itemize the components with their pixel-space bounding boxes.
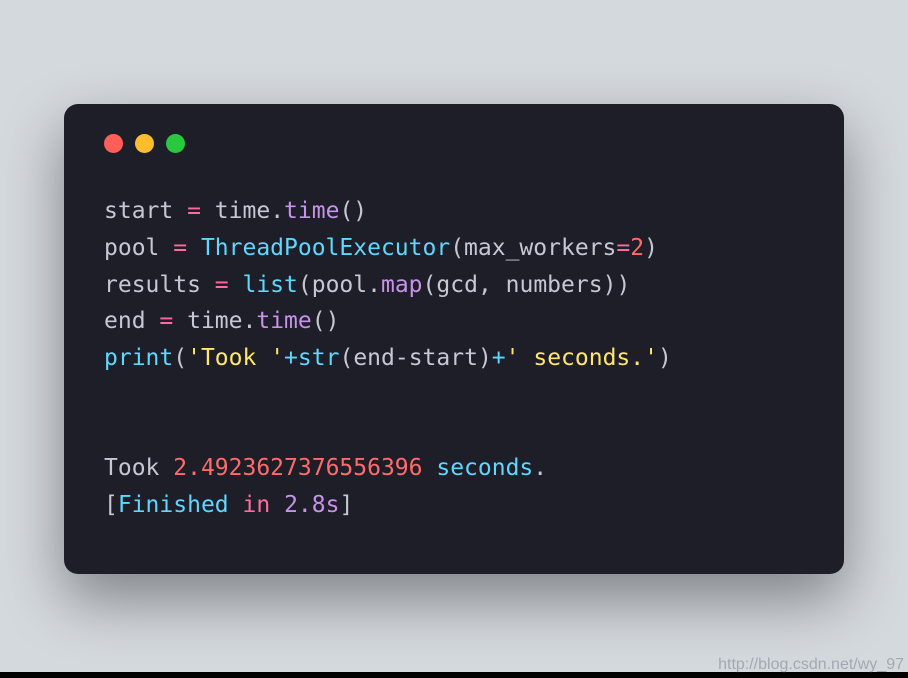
code-line-1: start = time.time() [104, 198, 367, 224]
output-line-1: Took 2.4923627376556396 seconds. [104, 455, 547, 481]
minimize-icon[interactable] [135, 134, 154, 153]
terminal-window: start = time.time() pool = ThreadPoolExe… [64, 104, 844, 574]
window-titlebar [104, 134, 804, 153]
output-line-2: [Finished in 2.8s] [104, 492, 353, 518]
watermark-text: http://blog.csdn.net/wy_97 [718, 656, 904, 674]
code-line-3: results = list(pool.map(gcd, numbers)) [104, 272, 630, 298]
code-line-4: end = time.time() [104, 308, 339, 334]
code-line-2: pool = ThreadPoolExecutor(max_workers=2) [104, 235, 658, 261]
maximize-icon[interactable] [166, 134, 185, 153]
code-line-5: print('Took '+str(end-start)+' seconds.'… [104, 345, 672, 371]
code-block: start = time.time() pool = ThreadPoolExe… [104, 193, 804, 524]
close-icon[interactable] [104, 134, 123, 153]
